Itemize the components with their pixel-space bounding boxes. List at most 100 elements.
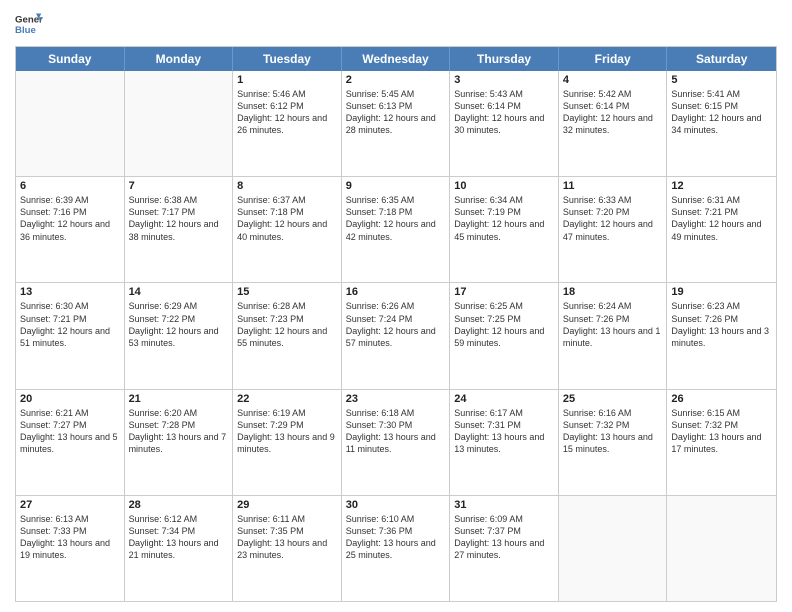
cell-detail: Sunrise: 6:12 AM Sunset: 7:34 PM Dayligh… xyxy=(129,513,229,562)
calendar-cell: 6 Sunrise: 6:39 AM Sunset: 7:16 PM Daylig… xyxy=(16,177,125,282)
calendar-cell: 29 Sunrise: 6:11 AM Sunset: 7:35 PM Dayli… xyxy=(233,496,342,601)
day-number: 30 xyxy=(346,499,446,511)
day-number: 6 xyxy=(20,180,120,192)
day-number: 9 xyxy=(346,180,446,192)
day-number: 15 xyxy=(237,286,337,298)
day-number: 16 xyxy=(346,286,446,298)
calendar-cell: 30 Sunrise: 6:10 AM Sunset: 7:36 PM Dayli… xyxy=(342,496,451,601)
day-number: 8 xyxy=(237,180,337,192)
calendar-cell: 12 Sunrise: 6:31 AM Sunset: 7:21 PM Dayli… xyxy=(667,177,776,282)
day-header-tuesday: Tuesday xyxy=(233,47,342,71)
page: General Blue SundayMondayTuesdayWednesda… xyxy=(0,0,792,612)
day-number: 5 xyxy=(671,74,772,86)
calendar-cell: 13Sunrise: 6:30 AM Sunset: 7:21 PM Dayli… xyxy=(16,283,125,388)
svg-text:Blue: Blue xyxy=(15,25,36,36)
calendar-cell: 26 Sunrise: 6:15 AM Sunset: 7:32 PM Dayli… xyxy=(667,390,776,495)
day-header-wednesday: Wednesday xyxy=(342,47,451,71)
cell-detail: Sunrise: 6:15 AM Sunset: 7:32 PM Dayligh… xyxy=(671,407,772,456)
day-number: 25 xyxy=(563,393,663,405)
logo: General Blue xyxy=(15,10,43,38)
calendar-cell: 31 Sunrise: 6:09 AM Sunset: 7:37 PM Dayli… xyxy=(450,496,559,601)
day-number: 2 xyxy=(346,74,446,86)
cell-detail: Sunrise: 6:18 AM Sunset: 7:30 PM Dayligh… xyxy=(346,407,446,456)
calendar-cell: 20 Sunrise: 6:21 AM Sunset: 7:27 PM Dayli… xyxy=(16,390,125,495)
cell-detail: Sunrise: 5:41 AM Sunset: 6:15 PM Dayligh… xyxy=(671,88,772,137)
cell-detail: Sunrise: 5:42 AM Sunset: 6:14 PM Dayligh… xyxy=(563,88,663,137)
calendar-header: SundayMondayTuesdayWednesdayThursdayFrid… xyxy=(16,47,776,71)
cell-detail: Sunrise: 6:10 AM Sunset: 7:36 PM Dayligh… xyxy=(346,513,446,562)
calendar-row-1: 6 Sunrise: 6:39 AM Sunset: 7:16 PM Daylig… xyxy=(16,176,776,282)
day-number: 13 xyxy=(20,286,120,298)
cell-detail: Sunrise: 6:09 AM Sunset: 7:37 PM Dayligh… xyxy=(454,513,554,562)
calendar-cell: 7Sunrise: 6:38 AM Sunset: 7:17 PM Daylig… xyxy=(125,177,234,282)
day-header-sunday: Sunday xyxy=(16,47,125,71)
calendar-cell xyxy=(559,496,668,601)
day-number: 14 xyxy=(129,286,229,298)
cell-detail: Sunrise: 6:23 AM Sunset: 7:26 PM Dayligh… xyxy=(671,300,772,349)
calendar-cell: 1 Sunrise: 5:46 AM Sunset: 6:12 PM Daylig… xyxy=(233,71,342,176)
calendar-cell: 27 Sunrise: 6:13 AM Sunset: 7:33 PM Dayli… xyxy=(16,496,125,601)
day-number: 19 xyxy=(671,286,772,298)
day-number: 1 xyxy=(237,74,337,86)
cell-detail: Sunrise: 5:46 AM Sunset: 6:12 PM Dayligh… xyxy=(237,88,337,137)
calendar-cell: 21 Sunrise: 6:20 AM Sunset: 7:28 PM Dayli… xyxy=(125,390,234,495)
calendar-cell: 22Sunrise: 6:19 AM Sunset: 7:29 PM Dayli… xyxy=(233,390,342,495)
day-number: 11 xyxy=(563,180,663,192)
day-number: 10 xyxy=(454,180,554,192)
cell-detail: Sunrise: 6:21 AM Sunset: 7:27 PM Dayligh… xyxy=(20,407,120,456)
cell-detail: Sunrise: 6:24 AM Sunset: 7:26 PM Dayligh… xyxy=(563,300,663,349)
cell-detail: Sunrise: 6:29 AM Sunset: 7:22 PM Dayligh… xyxy=(129,300,229,349)
cell-detail: Sunrise: 5:45 AM Sunset: 6:13 PM Dayligh… xyxy=(346,88,446,137)
calendar-cell xyxy=(667,496,776,601)
day-number: 18 xyxy=(563,286,663,298)
cell-detail: Sunrise: 6:19 AM Sunset: 7:29 PM Dayligh… xyxy=(237,407,337,456)
day-number: 24 xyxy=(454,393,554,405)
day-number: 21 xyxy=(129,393,229,405)
day-number: 12 xyxy=(671,180,772,192)
calendar-cell: 23Sunrise: 6:18 AM Sunset: 7:30 PM Dayli… xyxy=(342,390,451,495)
calendar-body: 1 Sunrise: 5:46 AM Sunset: 6:12 PM Daylig… xyxy=(16,71,776,601)
day-number: 29 xyxy=(237,499,337,511)
cell-detail: Sunrise: 6:20 AM Sunset: 7:28 PM Dayligh… xyxy=(129,407,229,456)
cell-detail: Sunrise: 6:28 AM Sunset: 7:23 PM Dayligh… xyxy=(237,300,337,349)
cell-detail: Sunrise: 6:16 AM Sunset: 7:32 PM Dayligh… xyxy=(563,407,663,456)
calendar-cell xyxy=(16,71,125,176)
cell-detail: Sunrise: 6:17 AM Sunset: 7:31 PM Dayligh… xyxy=(454,407,554,456)
cell-detail: Sunrise: 6:25 AM Sunset: 7:25 PM Dayligh… xyxy=(454,300,554,349)
cell-detail: Sunrise: 6:11 AM Sunset: 7:35 PM Dayligh… xyxy=(237,513,337,562)
day-number: 4 xyxy=(563,74,663,86)
cell-detail: Sunrise: 6:34 AM Sunset: 7:19 PM Dayligh… xyxy=(454,194,554,243)
day-number: 28 xyxy=(129,499,229,511)
cell-detail: Sunrise: 6:31 AM Sunset: 7:21 PM Dayligh… xyxy=(671,194,772,243)
cell-detail: Sunrise: 6:33 AM Sunset: 7:20 PM Dayligh… xyxy=(563,194,663,243)
day-number: 17 xyxy=(454,286,554,298)
calendar-cell: 18 Sunrise: 6:24 AM Sunset: 7:26 PM Dayli… xyxy=(559,283,668,388)
calendar-row-0: 1 Sunrise: 5:46 AM Sunset: 6:12 PM Daylig… xyxy=(16,71,776,176)
calendar-cell: 17 Sunrise: 6:25 AM Sunset: 7:25 PM Dayli… xyxy=(450,283,559,388)
logo-icon: General Blue xyxy=(15,10,43,38)
calendar-row-3: 20 Sunrise: 6:21 AM Sunset: 7:27 PM Dayli… xyxy=(16,389,776,495)
day-header-thursday: Thursday xyxy=(450,47,559,71)
calendar-row-4: 27 Sunrise: 6:13 AM Sunset: 7:33 PM Dayli… xyxy=(16,495,776,601)
cell-detail: Sunrise: 6:39 AM Sunset: 7:16 PM Dayligh… xyxy=(20,194,120,243)
day-number: 27 xyxy=(20,499,120,511)
calendar-cell: 25 Sunrise: 6:16 AM Sunset: 7:32 PM Dayli… xyxy=(559,390,668,495)
day-number: 26 xyxy=(671,393,772,405)
day-number: 7 xyxy=(129,180,229,192)
calendar-cell: 14 Sunrise: 6:29 AM Sunset: 7:22 PM Dayli… xyxy=(125,283,234,388)
day-header-saturday: Saturday xyxy=(667,47,776,71)
cell-detail: Sunrise: 6:13 AM Sunset: 7:33 PM Dayligh… xyxy=(20,513,120,562)
calendar-cell: 9 Sunrise: 6:35 AM Sunset: 7:18 PM Daylig… xyxy=(342,177,451,282)
cell-detail: Sunrise: 5:43 AM Sunset: 6:14 PM Dayligh… xyxy=(454,88,554,137)
day-number: 31 xyxy=(454,499,554,511)
calendar-cell: 11 Sunrise: 6:33 AM Sunset: 7:20 PM Dayli… xyxy=(559,177,668,282)
calendar-cell: 10 Sunrise: 6:34 AM Sunset: 7:19 PM Dayli… xyxy=(450,177,559,282)
calendar-cell: 5 Sunrise: 5:41 AM Sunset: 6:15 PM Daylig… xyxy=(667,71,776,176)
calendar-cell: 8Sunrise: 6:37 AM Sunset: 7:18 PM Daylig… xyxy=(233,177,342,282)
calendar-cell: 4 Sunrise: 5:42 AM Sunset: 6:14 PM Daylig… xyxy=(559,71,668,176)
day-number: 20 xyxy=(20,393,120,405)
calendar-cell: 16 Sunrise: 6:26 AM Sunset: 7:24 PM Dayli… xyxy=(342,283,451,388)
cell-detail: Sunrise: 6:35 AM Sunset: 7:18 PM Dayligh… xyxy=(346,194,446,243)
cell-detail: Sunrise: 6:26 AM Sunset: 7:24 PM Dayligh… xyxy=(346,300,446,349)
calendar-cell: 19 Sunrise: 6:23 AM Sunset: 7:26 PM Dayli… xyxy=(667,283,776,388)
